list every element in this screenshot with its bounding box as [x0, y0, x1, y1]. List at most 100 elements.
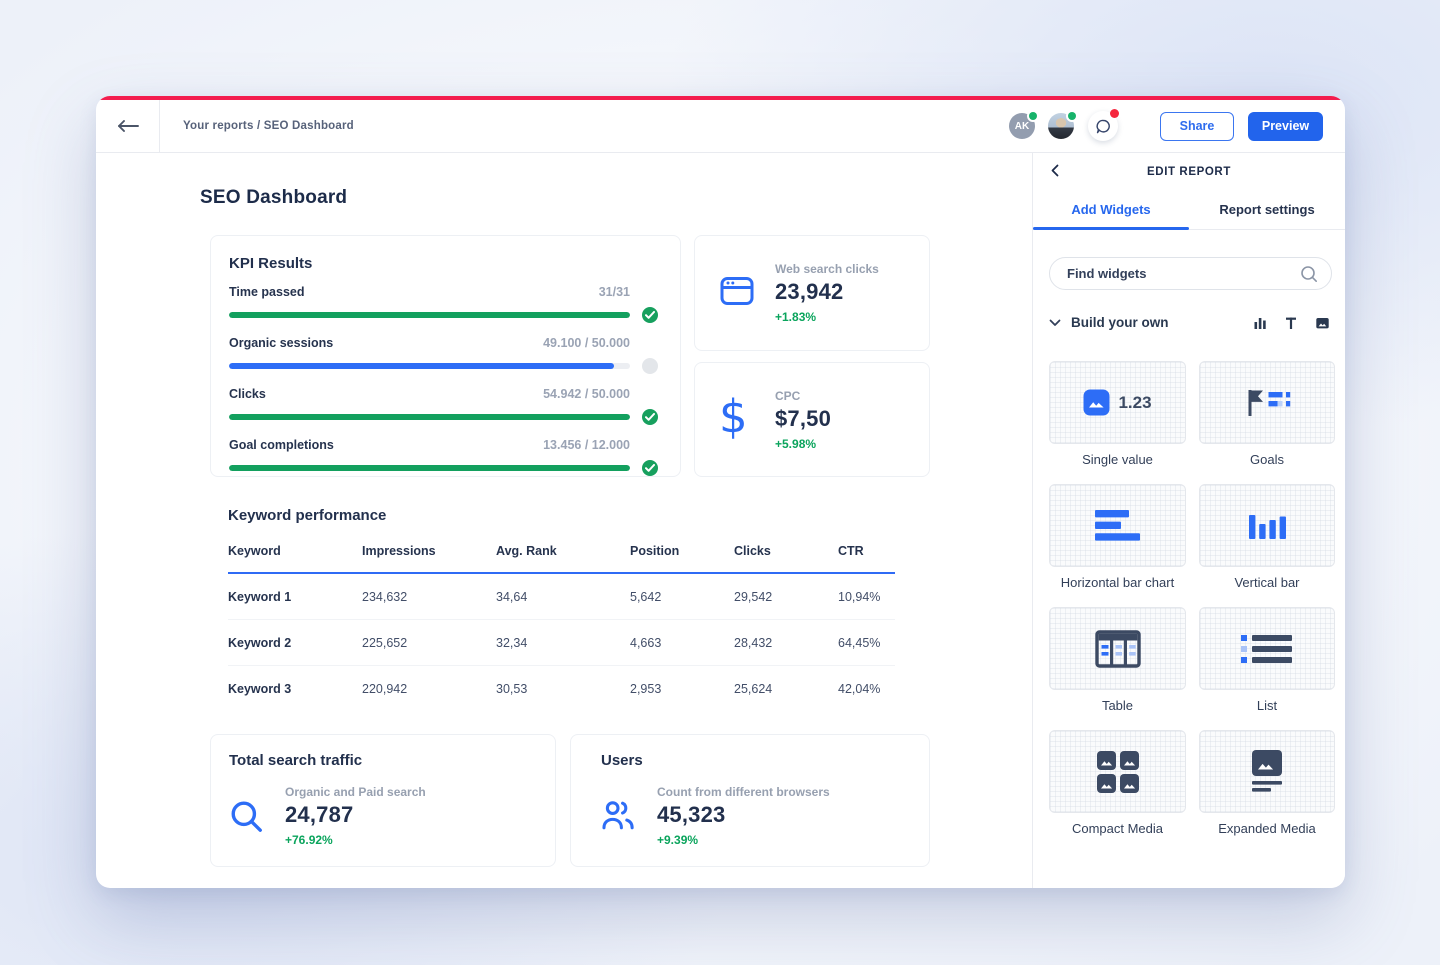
- breadcrumb[interactable]: Your reports / SEO Dashboard: [160, 120, 354, 132]
- list-icon: [1241, 634, 1292, 663]
- web-search-clicks-widget[interactable]: Web search clicks 23,942 +1.83%: [694, 235, 930, 351]
- column-header: Keyword: [228, 544, 281, 558]
- table-cell: 5,642: [630, 589, 662, 604]
- widget-tile-table[interactable]: Table: [1049, 607, 1186, 713]
- widget-title: Users: [601, 752, 643, 769]
- dollar-icon: $: [719, 390, 748, 443]
- table-cell: 220,942: [362, 681, 408, 696]
- share-button[interactable]: Share: [1160, 111, 1234, 141]
- table-cell: 34,64: [496, 589, 528, 604]
- table-cell: 2,953: [630, 681, 662, 696]
- chart-view-icon[interactable]: [1253, 316, 1267, 330]
- progress-track: [229, 363, 630, 369]
- total-search-traffic-widget[interactable]: Total search traffic Organic and Paid se…: [210, 734, 556, 867]
- widget-label: Vertical bar: [1234, 575, 1300, 590]
- collapse-panel-button[interactable]: [1051, 164, 1059, 177]
- vertical-bars-icon: [1249, 515, 1286, 539]
- widget-label: Horizontal bar chart: [1060, 575, 1175, 590]
- tab-add-widgets[interactable]: Add Widgets: [1033, 190, 1189, 230]
- kpi-results-widget[interactable]: KPI Results Time passed 31/31 Organic se…: [210, 235, 681, 477]
- kpi-item-time-passed: Time passed 31/31: [229, 285, 658, 323]
- stat-label: Organic and Paid search: [285, 785, 426, 799]
- widget-tile-goals[interactable]: Goals: [1199, 361, 1335, 467]
- kpi-value: 31/31: [598, 285, 630, 299]
- keyword-table: Keyword Impressions Avg. Rank Position C…: [228, 544, 895, 711]
- widget-label: Single value: [1082, 452, 1153, 467]
- notification-dot: [1110, 109, 1119, 118]
- progress-fill: [229, 363, 614, 369]
- stat-value: 23,942: [775, 279, 844, 304]
- avatar-initials[interactable]: AK: [1009, 112, 1037, 139]
- widget-tile-expanded-media[interactable]: Expanded Media: [1199, 730, 1335, 836]
- widget-label: Expanded Media: [1218, 821, 1316, 836]
- kpi-value: 54.942 / 50.000: [543, 387, 630, 401]
- horizontal-bar-chart-thumbnail: [1049, 484, 1186, 567]
- table-cell: Keyword 1: [228, 589, 292, 604]
- find-widgets-search[interactable]: [1049, 257, 1332, 290]
- table-cell: 28,432: [734, 635, 773, 650]
- tab-report-settings[interactable]: Report settings: [1189, 190, 1345, 229]
- table-cell: 4,663: [630, 635, 662, 650]
- users-widget[interactable]: Users Count from different browsers 45,3…: [570, 734, 930, 867]
- back-button[interactable]: [96, 100, 160, 152]
- progress-fill: [229, 414, 630, 420]
- single-value-thumbnail: 1.23: [1049, 361, 1186, 444]
- avatar-initials-text: AK: [1014, 120, 1030, 132]
- column-header: Position: [630, 544, 680, 558]
- table-cell: 234,632: [362, 589, 408, 604]
- expanded-media-icon: [1252, 750, 1282, 792]
- avatar-photo[interactable]: [1048, 112, 1076, 139]
- widget-tile-compact-media[interactable]: Compact Media: [1049, 730, 1186, 836]
- flag-goal-icon: [1248, 389, 1291, 416]
- column-header: CTR: [838, 544, 864, 558]
- chat-button[interactable]: [1088, 109, 1119, 141]
- column-header: Impressions: [362, 544, 436, 558]
- compact-media-thumbnail: [1049, 730, 1186, 813]
- widget-gallery: 1.23 Single value Goals Horizontal bar c…: [1033, 330, 1345, 836]
- kpi-label: Clicks: [229, 387, 266, 401]
- preview-button[interactable]: Preview: [1248, 111, 1323, 141]
- table-cell: 64,45%: [838, 635, 881, 650]
- kpi-value: 13.456 / 12.000: [543, 438, 630, 452]
- table-cell: 10,94%: [838, 589, 881, 604]
- page-title: SEO Dashboard: [200, 187, 348, 208]
- search-input[interactable]: [1065, 265, 1300, 282]
- horizontal-bars-icon: [1094, 510, 1140, 541]
- browser-icon: [719, 274, 757, 350]
- widget-tile-horizontal-bar-chart[interactable]: Horizontal bar chart: [1049, 484, 1186, 590]
- text-widget-icon[interactable]: [1284, 316, 1298, 330]
- image-widget-icon[interactable]: [1315, 316, 1330, 330]
- widget-tile-single-value[interactable]: 1.23 Single value: [1049, 361, 1186, 467]
- kpi-item-organic-sessions: Organic sessions 49.100 / 50.000: [229, 336, 658, 374]
- chevron-down-icon[interactable]: [1049, 319, 1061, 327]
- panel-title: EDIT REPORT: [1147, 165, 1231, 178]
- column-header: Avg. Rank: [496, 544, 557, 558]
- cpc-widget[interactable]: $ CPC $7,50 +5.98%: [694, 362, 930, 477]
- table-thumbnail: [1049, 607, 1186, 690]
- column-header: Clicks: [734, 544, 771, 558]
- widget-tile-list[interactable]: List: [1199, 607, 1335, 713]
- table-row: Keyword 3 220,942 30,53 2,953 25,624 42,…: [228, 666, 895, 711]
- stat-label: Count from different browsers: [657, 785, 830, 799]
- table-row: Keyword 2 225,652 32,34 4,663 28,432 64,…: [228, 620, 895, 666]
- progress-fill: [229, 465, 630, 471]
- goals-thumbnail: [1199, 361, 1335, 444]
- widget-label: Goals: [1250, 452, 1284, 467]
- table-cell: 30,53: [496, 681, 528, 696]
- stat-value: 45,323: [657, 802, 726, 827]
- kpi-label: Time passed: [229, 285, 305, 299]
- image-badge-icon: [1083, 389, 1110, 416]
- stat-label: Web search clicks: [775, 262, 879, 276]
- users-icon: [601, 799, 639, 847]
- table-cell: 32,34: [496, 635, 528, 650]
- panel-tabs: Add Widgets Report settings: [1033, 190, 1345, 230]
- stat-delta: +9.39%: [657, 833, 699, 847]
- table-cell: 29,542: [734, 589, 773, 604]
- progress-track: [229, 414, 630, 420]
- table-row: Keyword 1 234,632 34,64 5,642 29,542 10,…: [228, 574, 895, 620]
- widget-tile-vertical-bar[interactable]: Vertical bar: [1199, 484, 1335, 590]
- keyword-performance-widget[interactable]: Keyword performance Keyword Impressions …: [210, 507, 930, 711]
- progress-fill: [229, 312, 630, 318]
- goal-check-icon: [642, 307, 658, 323]
- build-your-own-section: Build your own: [1049, 315, 1330, 330]
